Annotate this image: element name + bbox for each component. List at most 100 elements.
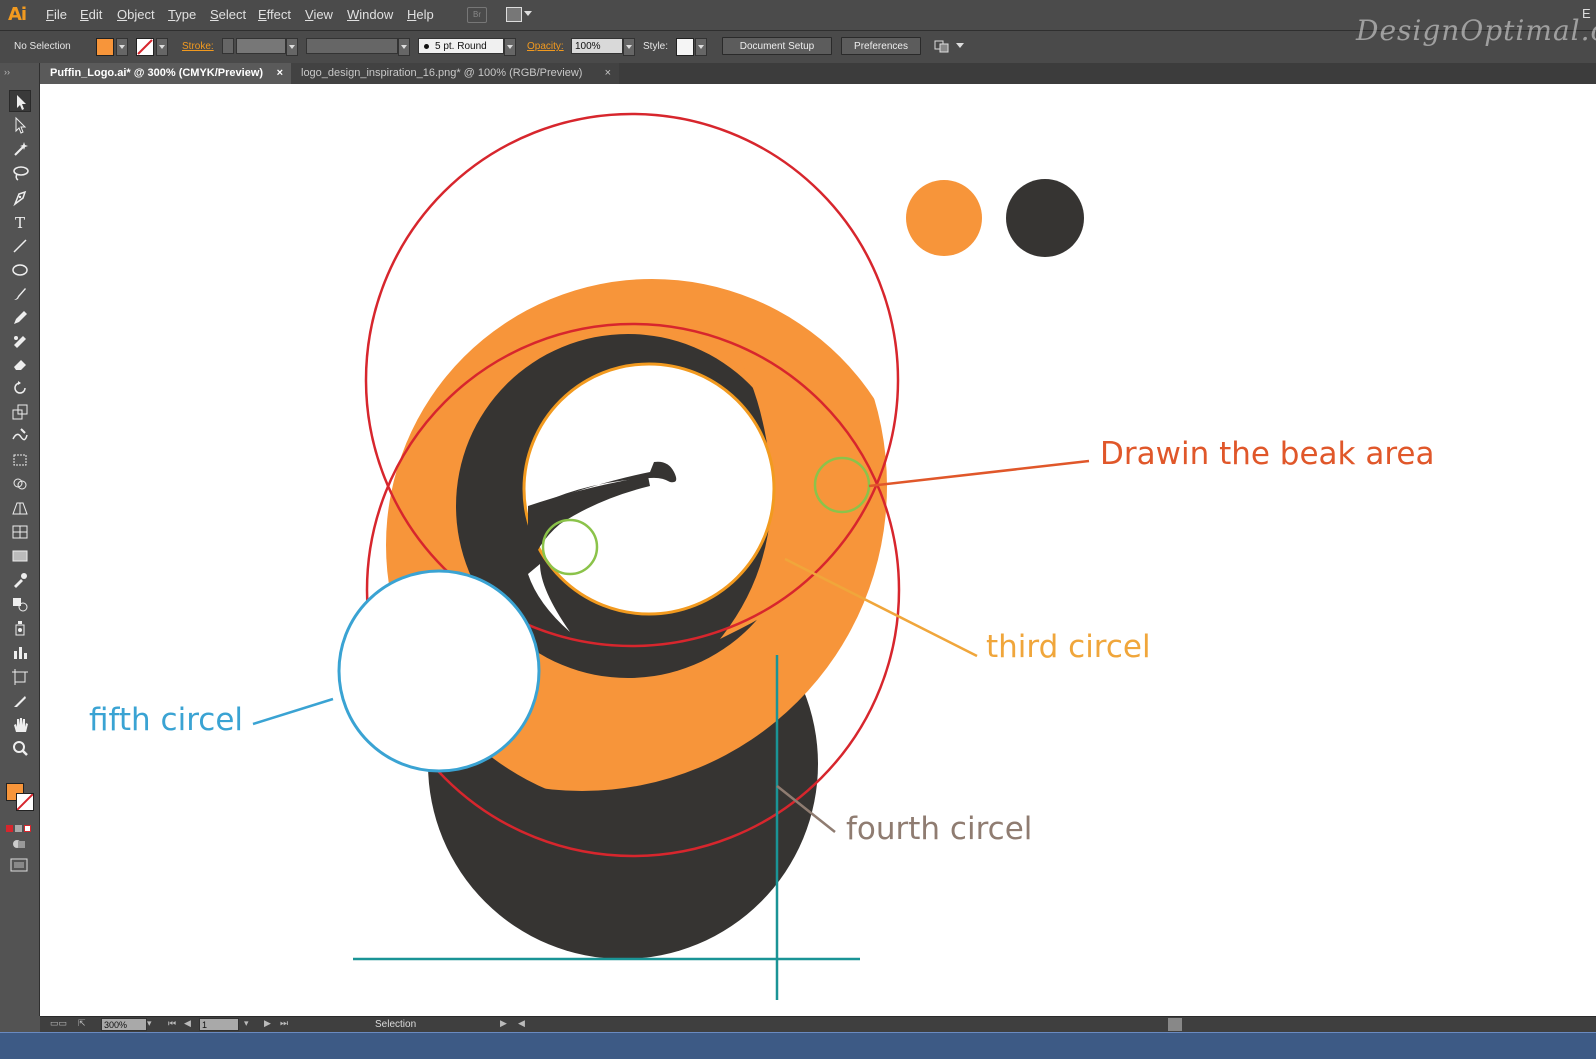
brush-label: 5 pt. Round [435,41,487,52]
screen-mode-icon[interactable] [10,858,28,872]
free-transform-tool-icon[interactable] [9,449,31,471]
opacity-field[interactable]: 100% [571,38,623,54]
hand-tool-icon[interactable] [9,714,31,736]
warp-tool-icon[interactable] [9,425,31,447]
brush-dot-icon [424,43,429,49]
variable-width-profile[interactable] [306,38,398,54]
stroke-dropdown[interactable] [156,38,168,56]
annotation-beak: Drawin the beak area [1100,436,1435,472]
stroke-weight-field[interactable] [236,38,286,54]
document-tabs: Puffin_Logo.ai* @ 300% (CMYK/Preview) × … [40,63,1596,84]
document-setup-button[interactable]: Document Setup [722,37,832,55]
prev-artboard-icon[interactable]: ◀ [184,1018,191,1029]
fill-swatch[interactable] [96,38,114,56]
chevron-down-icon[interactable] [956,43,964,48]
mesh-tool-icon[interactable] [9,521,31,543]
third-circle-eye[interactable] [522,362,776,616]
menu-object[interactable]: Object [117,7,155,22]
menu-select[interactable]: Select [210,7,246,22]
color-mode-buttons[interactable] [6,819,34,832]
brush-dropdown[interactable] [504,38,516,56]
blend-tool-icon[interactable] [9,593,31,615]
status-menu-icon[interactable]: ▶ [500,1018,507,1029]
gradient-tool-icon[interactable] [9,545,31,567]
beak-leader-line [868,459,1090,488]
paintbrush-tool-icon[interactable] [9,283,31,305]
lasso-tool-icon[interactable] [9,162,31,184]
arrange-icon[interactable] [934,39,950,53]
artboard-tool-icon[interactable] [9,666,31,688]
fill-stroke-indicator[interactable] [6,783,34,811]
opacity-label[interactable]: Opacity: [527,41,564,52]
menu-type[interactable]: Type [168,7,196,22]
dark-swatch-circle[interactable] [1006,179,1084,257]
horizontal-scrollbar-thumb[interactable] [1168,1018,1182,1031]
type-tool-icon[interactable]: T [9,211,31,233]
menu-window[interactable]: Window [347,7,393,22]
preferences-button[interactable]: Preferences [841,37,921,55]
menu-help[interactable]: Help [407,7,434,22]
style-label: Style: [643,41,669,52]
current-tool-status: Selection [375,1019,417,1030]
shape-builder-tool-icon[interactable] [9,473,31,495]
tab-puffin-logo[interactable]: Puffin_Logo.ai* @ 300% (CMYK/Preview) × [40,63,291,84]
zoom-tool-icon[interactable] [9,737,31,759]
line-segment-tool-icon[interactable] [9,235,31,257]
pen-tool-icon[interactable] [9,187,31,209]
tab-inspiration-png[interactable]: logo_design_inspiration_16.png* @ 100% (… [291,63,619,84]
chevron-down-icon[interactable]: ▾ [147,1018,152,1029]
stroke-weight-dropdown[interactable] [286,38,298,56]
export-icon[interactable]: ⇱ [78,1018,86,1029]
menu-view[interactable]: View [305,7,333,22]
style-dropdown[interactable] [695,38,707,56]
artboard-number-field[interactable]: 1 [199,1018,239,1031]
symbol-sprayer-tool-icon[interactable] [9,617,31,639]
menu-file[interactable]: File [46,7,67,22]
os-taskbar [0,1032,1596,1059]
pencil-tool-icon[interactable] [9,307,31,329]
draw-mode-icon[interactable] [12,837,26,849]
menu-edit[interactable]: Edit [80,7,102,22]
perspective-grid-tool-icon[interactable] [9,497,31,519]
ellipse-tool-icon[interactable] [9,259,31,281]
close-icon[interactable]: × [605,63,611,84]
stroke-label[interactable]: Stroke: [182,41,214,52]
eyedropper-tool-icon[interactable] [9,569,31,591]
panel-collapse-icon[interactable]: ›› [4,67,10,77]
chevron-down-icon[interactable]: ▾ [244,1018,249,1029]
scroll-left-icon[interactable]: ◀ [518,1018,525,1029]
arrange-documents-button[interactable] [506,7,532,22]
stroke-swatch[interactable] [136,38,154,56]
tools-panel: ›› T [0,63,40,1016]
close-icon[interactable]: × [277,63,283,84]
annotation-fifth-circle: fifth circel [89,702,244,738]
magic-wand-tool-icon[interactable] [9,138,31,160]
last-artboard-icon[interactable]: ⏭ [280,1018,288,1029]
artwork [252,112,1090,1000]
opacity-slider-button[interactable] [623,38,635,56]
eraser-tool-icon[interactable] [9,353,31,375]
column-graph-tool-icon[interactable] [9,641,31,663]
brush-definition[interactable]: 5 pt. Round [418,38,504,54]
slice-tool-icon[interactable] [9,690,31,712]
next-artboard-icon[interactable]: ▶ [264,1018,271,1029]
direct-selection-tool-icon[interactable] [9,114,31,136]
first-artboard-icon[interactable]: ⏮ [168,1018,176,1029]
blob-brush-tool-icon[interactable] [9,330,31,352]
rotate-tool-icon[interactable] [9,377,31,399]
graphic-style-swatch[interactable] [676,38,694,56]
arrange-documents-icon [506,7,522,22]
fifth-circle[interactable] [337,569,541,773]
fill-dropdown[interactable] [116,38,128,56]
menu-effect[interactable]: Effect [258,7,291,22]
mode-icon[interactable]: ▭▭ [50,1018,67,1029]
zoom-field[interactable]: 300% [101,1018,147,1031]
bridge-button[interactable]: Br [467,7,487,23]
tab-title: Puffin_Logo.ai* @ 300% (CMYK/Preview) [50,67,264,79]
artboard-canvas[interactable]: Drawin the beak area third circel fourth… [40,84,1596,1016]
stroke-weight-stepper[interactable] [222,38,234,54]
selection-tool-icon[interactable] [9,90,31,112]
profile-dropdown[interactable] [398,38,410,56]
orange-swatch-circle[interactable] [906,180,982,256]
scale-tool-icon[interactable] [9,401,31,423]
